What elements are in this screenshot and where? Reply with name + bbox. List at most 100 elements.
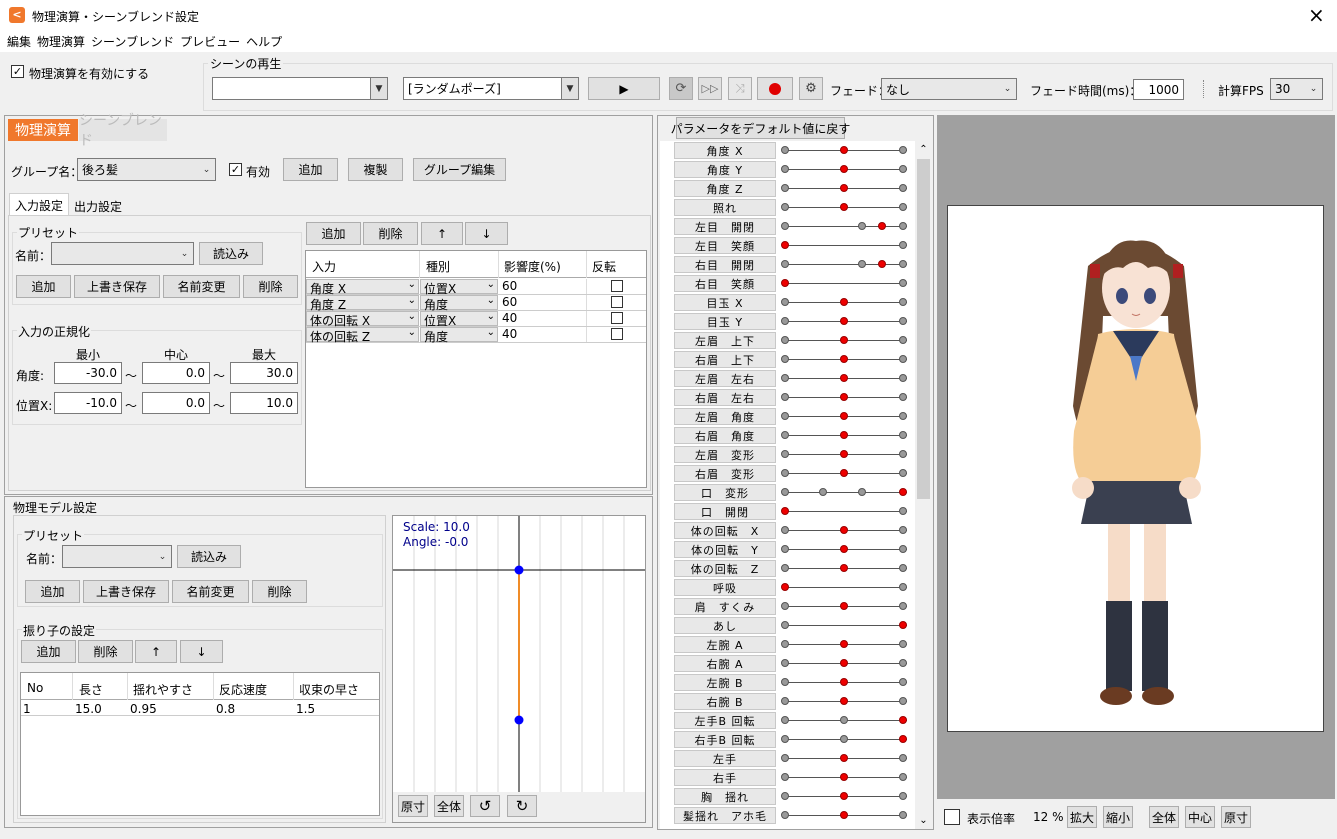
param-name-button[interactable]: 角度 Y — [674, 161, 776, 178]
type-cell-combo[interactable]: 位置X ⌄ — [420, 279, 498, 296]
param-name-button[interactable]: 左目 笑顔 — [674, 237, 776, 254]
slider-handle[interactable] — [840, 792, 848, 800]
slider-handle[interactable] — [840, 754, 848, 762]
input-delete-button[interactable]: 削除 — [363, 222, 418, 245]
param-name-button[interactable]: 胸 揺れ — [674, 788, 776, 805]
slider-handle[interactable] — [899, 716, 907, 724]
table-row[interactable]: 体の回転 Z ⌄ 角度 ⌄ 40 — [306, 327, 646, 344]
param-name-button[interactable]: 髪揺れ アホ毛 — [674, 807, 776, 824]
model-preset-name-combo[interactable]: ⌄ — [62, 545, 172, 568]
param-name-button[interactable]: 左目 開閉 — [674, 218, 776, 235]
pendulum-down-button[interactable]: ↓ — [180, 640, 223, 663]
loop-button[interactable]: ⟳ — [669, 77, 693, 100]
param-name-button[interactable]: 口 変形 — [674, 484, 776, 501]
param-name-button[interactable]: 口 開閉 — [674, 503, 776, 520]
input-cell-combo[interactable]: 体の回転 X ⌄ — [306, 311, 419, 328]
param-name-button[interactable]: 左眉 角度 — [674, 408, 776, 425]
graph-reset-button[interactable]: 原寸 — [398, 795, 428, 817]
pendulum-up-button[interactable]: ↑ — [135, 640, 177, 663]
group-name-combo[interactable]: 後ろ髪 ⌄ — [77, 158, 216, 181]
menu-preview[interactable]: プレビュー — [180, 33, 240, 50]
param-name-button[interactable]: あし — [674, 617, 776, 634]
input-preset-add-button[interactable]: 追加 — [16, 275, 71, 298]
invert-checkbox[interactable] — [611, 328, 623, 340]
slider-handle[interactable] — [899, 735, 907, 743]
rotate-right-button[interactable]: ↻ — [507, 795, 537, 817]
close-icon[interactable]: × — [1308, 3, 1325, 27]
type-cell-combo[interactable]: 角度 ⌄ — [420, 327, 498, 344]
slider-handle[interactable] — [840, 412, 848, 420]
param-scrollbar[interactable]: ⌃ ⌄ — [915, 141, 932, 829]
input-preset-name-combo[interactable]: ⌄ — [51, 242, 194, 265]
model-preset-add-button[interactable]: 追加 — [25, 580, 80, 603]
slider-handle[interactable] — [840, 184, 848, 192]
model-preset-load-button[interactable]: 読込み — [177, 545, 241, 568]
scene-combo[interactable]: ▼ — [212, 77, 388, 100]
param-name-button[interactable]: 右腕 B — [674, 693, 776, 710]
slider-handle[interactable] — [840, 602, 848, 610]
zoom-out-button[interactable]: 縮小 — [1103, 806, 1133, 828]
input-cell-combo[interactable]: 角度 Z ⌄ — [306, 295, 419, 312]
model-preset-overwrite-button[interactable]: 上書き保存 — [83, 580, 169, 603]
param-name-button[interactable]: 右手 — [674, 769, 776, 786]
normalize-angle-min[interactable]: -30.0 — [54, 362, 122, 384]
input-preset-delete-button[interactable]: 削除 — [243, 275, 298, 298]
menu-help[interactable]: ヘルプ — [246, 33, 282, 50]
slider-handle[interactable] — [877, 222, 886, 230]
play-button[interactable]: ▶ — [588, 77, 660, 100]
param-name-button[interactable]: 体の回転 Z — [674, 560, 776, 577]
cell-weight[interactable]: 60 — [502, 279, 517, 293]
tab-scene-blend[interactable]: シーンブレンド — [79, 113, 167, 149]
table-row[interactable]: 角度 Z ⌄ 角度 ⌄ 60 — [306, 295, 646, 312]
slider-handle[interactable] — [781, 507, 789, 515]
param-name-button[interactable]: 右眉 変形 — [674, 465, 776, 482]
table-row[interactable]: 角度 X ⌄ 位置X ⌄ 60 — [306, 279, 646, 296]
param-name-button[interactable]: 体の回転 Y — [674, 541, 776, 558]
slider-handle[interactable] — [840, 298, 848, 306]
param-name-button[interactable]: 左手 — [674, 750, 776, 767]
param-name-button[interactable]: 右眉 左右 — [674, 389, 776, 406]
slider-handle[interactable] — [781, 241, 789, 249]
param-name-button[interactable]: 呼吸 — [674, 579, 776, 596]
param-name-button[interactable]: 目玉 Y — [674, 313, 776, 330]
graph-all-button[interactable]: 全体 — [434, 795, 464, 817]
param-name-button[interactable]: 左眉 変形 — [674, 446, 776, 463]
slider-handle[interactable] — [840, 564, 848, 572]
cell-weight[interactable]: 40 — [502, 311, 517, 325]
fade-time-input[interactable]: 1000 — [1133, 79, 1184, 100]
menu-physics[interactable]: 物理演算 — [37, 33, 85, 50]
physics-enable-checkbox[interactable]: ✓ — [11, 65, 24, 78]
param-slider-track[interactable] — [785, 625, 907, 626]
invert-checkbox[interactable] — [611, 296, 623, 308]
normalize-angle-center[interactable]: 0.0 — [142, 362, 210, 384]
group-add-button[interactable]: 追加 — [283, 158, 338, 181]
cell-weight[interactable]: 60 — [502, 295, 517, 309]
group-duplicate-button[interactable]: 複製 — [348, 158, 403, 181]
param-slider-track[interactable] — [785, 264, 907, 265]
normalize-angle-max[interactable]: 30.0 — [230, 362, 298, 384]
param-slider-track[interactable] — [785, 226, 907, 227]
slider-handle[interactable] — [840, 678, 848, 686]
param-name-button[interactable]: 角度 Z — [674, 180, 776, 197]
group-enabled-checkbox[interactable]: ✓ — [229, 163, 242, 176]
table-row[interactable]: 体の回転 X ⌄ 位置X ⌄ 40 — [306, 311, 646, 328]
slider-handle[interactable] — [840, 773, 848, 781]
pendulum-delete-button[interactable]: 削除 — [78, 640, 133, 663]
zoom-checkbox[interactable] — [944, 809, 960, 825]
param-name-button[interactable]: 右腕 A — [674, 655, 776, 672]
param-name-button[interactable]: 右眉 角度 — [674, 427, 776, 444]
slider-handle[interactable] — [840, 393, 848, 401]
rotate-left-button[interactable]: ↺ — [470, 795, 500, 817]
input-add-button[interactable]: 追加 — [306, 222, 361, 245]
chevron-up-icon[interactable]: ⌃ — [915, 141, 932, 158]
reset-params-button[interactable]: パラメータをデフォルト値に戻す — [671, 117, 850, 139]
param-name-button[interactable]: 角度 X — [674, 142, 776, 159]
shuffle-button[interactable]: ⤨ — [728, 77, 752, 100]
param-slider-track[interactable] — [785, 511, 907, 512]
menu-edit[interactable]: 編集 — [7, 33, 31, 50]
slider-handle[interactable] — [840, 545, 848, 553]
param-name-button[interactable]: 照れ — [674, 199, 776, 216]
param-slider-track[interactable] — [785, 245, 907, 246]
normalize-posx-max[interactable]: 10.0 — [230, 392, 298, 414]
normalize-posx-center[interactable]: 0.0 — [142, 392, 210, 414]
